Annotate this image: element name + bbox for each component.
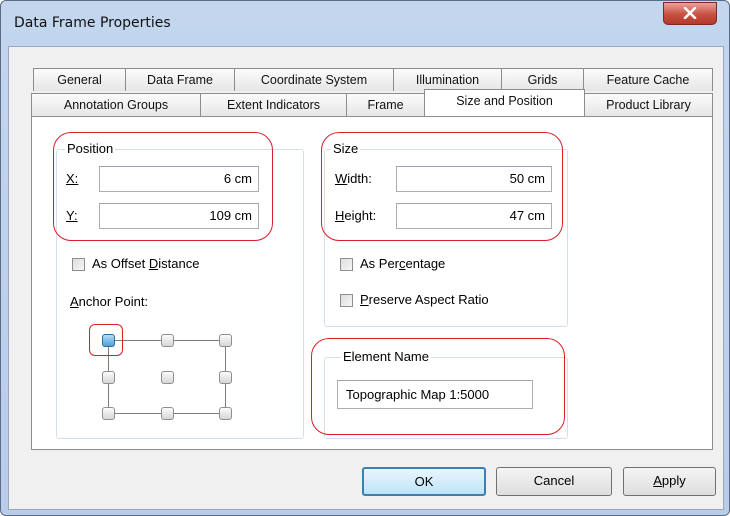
element-name-input[interactable]: Topographic Map 1:5000 <box>337 380 533 409</box>
close-icon <box>683 7 697 19</box>
x-input[interactable]: 6 cm <box>99 166 259 192</box>
anchor-bottom-left[interactable] <box>102 407 115 420</box>
tab-frame[interactable]: Frame <box>346 93 425 116</box>
anchor-bottom-right[interactable] <box>219 407 232 420</box>
height-label: Height: <box>335 208 377 223</box>
tab-product-library[interactable]: Product Library <box>584 93 713 116</box>
as-offset-distance-label: As Offset Distance <box>92 256 200 271</box>
width-input[interactable]: 50 cm <box>396 166 552 192</box>
anchor-top-left[interactable] <box>102 334 115 347</box>
as-percentage-label: As Percentage <box>360 256 446 271</box>
size-group-label: Size <box>331 141 361 156</box>
tab-data-frame[interactable]: Data Frame <box>125 68 235 91</box>
anchor-top-center[interactable] <box>161 334 174 347</box>
cancel-button[interactable]: Cancel <box>496 467 612 496</box>
ok-button[interactable]: OK <box>362 467 486 496</box>
y-label: Y: <box>66 208 78 223</box>
tab-size-and-position[interactable]: Size and Position <box>424 89 585 116</box>
anchor-top-right[interactable] <box>219 334 232 347</box>
tab-general[interactable]: General <box>33 68 126 91</box>
anchor-bottom-center[interactable] <box>161 407 174 420</box>
y-input[interactable]: 109 cm <box>99 203 259 229</box>
anchor-center[interactable] <box>161 371 174 384</box>
anchor-middle-right[interactable] <box>219 371 232 384</box>
tab-feature-cache[interactable]: Feature Cache <box>583 68 713 91</box>
tab-coordinate-system[interactable]: Coordinate System <box>234 68 394 91</box>
element-name-group-label: Element Name <box>341 349 431 364</box>
close-button[interactable] <box>663 2 717 25</box>
x-label: X: <box>66 171 79 186</box>
as-offset-distance-checkbox[interactable] <box>72 258 85 271</box>
anchor-middle-left[interactable] <box>102 371 115 384</box>
as-percentage-checkbox[interactable] <box>340 258 353 271</box>
tab-extent-indicators[interactable]: Extent Indicators <box>200 93 347 116</box>
window-title: Data Frame Properties <box>14 15 171 31</box>
tab-grids[interactable]: Grids <box>501 68 584 91</box>
preserve-aspect-ratio-label: Preserve Aspect Ratio <box>360 292 489 307</box>
size-position-panel: Position X: 6 cm Y: 109 cm As Offset Dis… <box>31 116 713 450</box>
width-label: Width: <box>335 171 372 186</box>
tab-illumination[interactable]: Illumination <box>393 68 502 91</box>
position-group-label: Position <box>65 141 116 156</box>
height-input[interactable]: 47 cm <box>396 203 552 229</box>
apply-button[interactable]: Apply <box>623 467 716 496</box>
tab-annotation-groups[interactable]: Annotation Groups <box>31 93 201 116</box>
preserve-aspect-ratio-checkbox[interactable] <box>340 294 353 307</box>
anchor-point-label: Anchor Point: <box>70 294 149 309</box>
